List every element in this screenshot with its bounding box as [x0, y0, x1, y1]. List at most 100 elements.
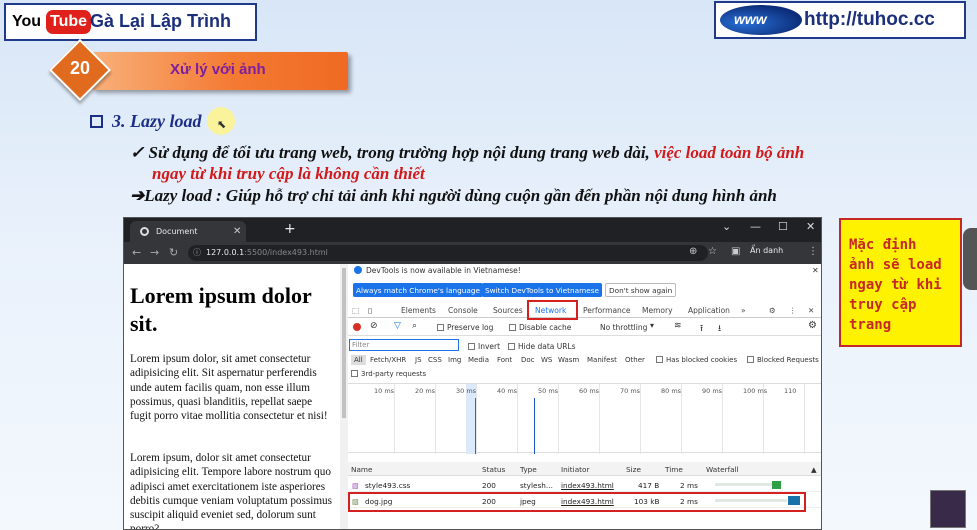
col-status[interactable]: Status	[482, 465, 505, 474]
tab-sources[interactable]: Sources	[493, 306, 523, 315]
site-url: http://tuhoc.cc	[804, 9, 935, 30]
network-controls: ⊘ ▽ ⌕ Preserve log Disable cache No thro…	[348, 320, 821, 337]
type-filter-manifest[interactable]: Manifest	[587, 356, 617, 364]
tab-search-icon[interactable]: ⌄	[722, 220, 731, 233]
settings-gear-icon[interactable]: ⚙	[769, 306, 776, 315]
tab-memory[interactable]: Memory	[642, 306, 673, 315]
url-input[interactable]: ⓘ 127.0.0.1:5500/index493.html	[188, 245, 708, 261]
preserve-log-checkbox[interactable]: Preserve log	[437, 323, 493, 332]
sidepanel-icon[interactable]: ▣	[731, 246, 740, 257]
initiator-link[interactable]: index493.html	[561, 481, 614, 490]
col-waterfall[interactable]: Waterfall	[706, 465, 739, 474]
tab-favicon-icon	[140, 227, 149, 236]
tab-performance[interactable]: Performance	[583, 306, 631, 315]
close-devtools-icon[interactable]: ✕	[808, 306, 814, 315]
table-row[interactable]: ▧ style493.css 200 stylesh... index493.h…	[348, 478, 821, 492]
checkbox-bullet-icon	[90, 115, 103, 128]
dog-row-highlight	[348, 492, 806, 512]
reload-icon[interactable]: ↻	[169, 246, 178, 259]
type-filter-css[interactable]: CSS	[428, 356, 442, 364]
filter-icon[interactable]: ▽	[394, 321, 401, 331]
css-file-icon: ▧	[352, 481, 359, 490]
devtools-tabs: ⬚ ▯ Elements Console Sources Network Per…	[348, 301, 821, 318]
devtools-panel: DevTools is now available in Vietnamese!…	[348, 264, 821, 529]
sort-up-icon[interactable]: ▲	[811, 465, 817, 474]
throttling-select[interactable]: No throttling	[600, 323, 647, 332]
scrollbar-thumb[interactable]	[342, 268, 346, 418]
close-info-icon[interactable]: ✕	[812, 266, 819, 275]
bullet-line-1: ✓ Sử dụng để tối ưu trang web, trong trư…	[130, 143, 805, 162]
tab-console[interactable]: Console	[448, 306, 478, 315]
close-tab-icon[interactable]: ✕	[233, 226, 241, 237]
lesson-banner: Xử lý với ảnh	[92, 52, 348, 90]
col-type[interactable]: Type	[520, 465, 537, 474]
zoom-icon[interactable]: ⊕	[689, 246, 697, 257]
third-party-checkbox[interactable]: 3rd-party requests	[351, 370, 426, 378]
type-filter-other[interactable]: Other	[625, 356, 645, 364]
col-time[interactable]: Time	[665, 465, 683, 474]
type-filter-font[interactable]: Font	[497, 356, 512, 364]
devtools-info-bar: DevTools is now available in Vietnamese!	[348, 266, 821, 280]
dont-show-button[interactable]: Don't show again	[605, 283, 677, 297]
browser-window: Document ✕ + ⌄ — ☐ ✕ ← → ↻ ⓘ 127.0.0.1:55…	[123, 217, 822, 530]
network-settings-icon[interactable]: ⚙	[808, 320, 817, 331]
minimize-icon[interactable]: —	[750, 220, 761, 233]
filter-input[interactable]: Filter	[349, 339, 459, 351]
browser-tabbar: Document ✕ + ⌄ — ☐ ✕	[124, 218, 821, 242]
type-filter-all[interactable]: All	[351, 355, 366, 365]
site-box: www http://tuhoc.cc	[714, 1, 966, 39]
throttle-dropdown-icon[interactable]: ▾	[650, 321, 654, 330]
type-filter-media[interactable]: Media	[468, 356, 489, 364]
timeline-tick-label: 60 ms	[579, 387, 600, 395]
presenter-thumbnail	[930, 490, 966, 528]
type-filter-wasm[interactable]: Wasm	[558, 356, 579, 364]
search-icon[interactable]: ⌕	[412, 321, 417, 331]
new-tab-icon[interactable]: +	[284, 221, 296, 237]
col-initiator[interactable]: Initiator	[561, 465, 590, 474]
info-icon	[354, 266, 362, 274]
type-filter-doc[interactable]: Doc	[521, 356, 535, 364]
browser-tab[interactable]: Document ✕	[130, 221, 246, 242]
col-size[interactable]: Size	[626, 465, 641, 474]
blocked-requests-checkbox[interactable]: Blocked Requests	[747, 356, 819, 364]
kebab-menu-icon[interactable]: ⋮	[789, 306, 797, 315]
tab-application[interactable]: Application	[688, 306, 730, 315]
match-language-button[interactable]: Always match Chrome's language	[353, 283, 484, 297]
side-panel-handle[interactable]	[963, 228, 977, 290]
wifi-icon[interactable]: ≋	[674, 321, 682, 331]
incognito-label[interactable]: Ẩn danh	[750, 246, 783, 255]
col-name[interactable]: Name	[351, 465, 373, 474]
type-filter-ws[interactable]: WS	[541, 356, 552, 364]
import-icon[interactable]: ⭱	[700, 321, 703, 337]
timeline-gridline	[558, 384, 559, 454]
blocked-cookies-checkbox[interactable]: Has blocked cookies	[656, 356, 737, 364]
type-filter-fetch[interactable]: Fetch/XHR	[370, 356, 406, 364]
hide-data-urls-checkbox[interactable]: Hide data URLs	[508, 342, 576, 351]
channel-name: Gà Lại Lập Trình	[90, 11, 232, 31]
back-icon[interactable]: ←	[132, 246, 141, 259]
export-icon[interactable]: ⭳	[718, 321, 721, 337]
switch-language-button[interactable]: Switch DevTools to Vietnamese	[482, 283, 603, 297]
tab-elements[interactable]: Elements	[401, 306, 436, 315]
record-icon[interactable]	[353, 323, 361, 331]
request-table-header: Name Status Type Initiator Size Time Wat…	[348, 462, 821, 476]
disable-cache-checkbox[interactable]: Disable cache	[509, 323, 571, 332]
menu-icon[interactable]: ⋮	[808, 246, 818, 257]
device-icon[interactable]: ▯	[368, 306, 372, 315]
type-filter-img[interactable]: Img	[448, 356, 461, 364]
close-window-icon[interactable]: ✕	[806, 220, 815, 233]
clear-icon[interactable]: ⊘	[370, 321, 378, 331]
bullet-line-2: ngay từ khi truy cập là không cần thiết	[152, 164, 425, 183]
info-icon: ⓘ	[193, 248, 201, 257]
more-tabs-icon[interactable]: »	[741, 306, 746, 315]
page-content: Lorem ipsum dolor sit. Lorem ipsum dolor…	[124, 264, 340, 529]
bookmark-star-icon[interactable]: ☆	[708, 246, 717, 257]
forward-icon[interactable]: →	[150, 246, 159, 259]
lesson-number: 20	[69, 58, 91, 78]
maximize-icon[interactable]: ☐	[778, 220, 788, 233]
inspect-icon[interactable]: ⬚	[352, 306, 359, 315]
invert-checkbox[interactable]: Invert	[468, 342, 500, 351]
waterfall-bar	[772, 481, 781, 489]
type-filter-js[interactable]: JS	[415, 356, 422, 364]
network-tab-highlight	[527, 300, 578, 320]
